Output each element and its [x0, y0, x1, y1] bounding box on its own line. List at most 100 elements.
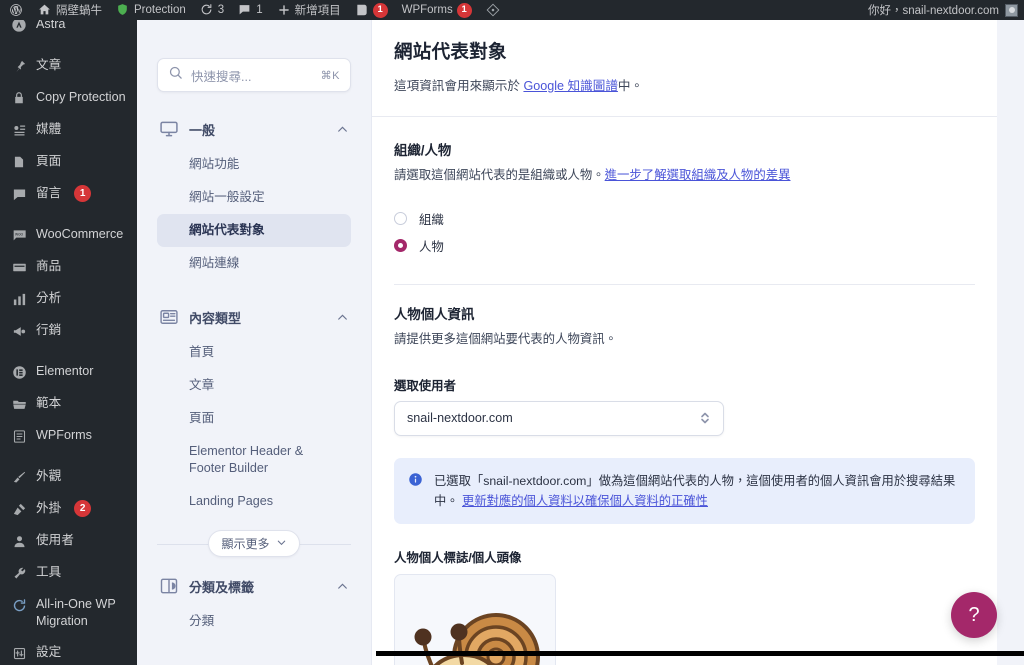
sidebar-item-appearance-label: 外觀 [36, 469, 62, 483]
sidebar-item-astra-label: Astra [36, 20, 66, 31]
nav-item-site-features[interactable]: 網站功能 [157, 148, 351, 181]
sidebar-item-comments[interactable]: 留言 1 [0, 178, 137, 210]
astra-icon [10, 20, 28, 34]
media-icon [10, 121, 28, 139]
chevron-up-icon[interactable] [336, 311, 349, 324]
sidebar-item-settings-label: 設定 [36, 645, 62, 659]
sidebar-item-products[interactable]: 商品 [0, 251, 137, 283]
nav-item-posts[interactable]: 文章 [157, 369, 351, 402]
comment-icon [10, 185, 28, 203]
settings-icon [10, 644, 28, 662]
search-input[interactable]: 快速搜尋... ⌘K [157, 58, 351, 92]
radio-person-control[interactable] [394, 239, 407, 253]
sidebar-item-templates[interactable]: 範本 [0, 388, 137, 420]
select-user-input[interactable]: snail-nextdoor.com [394, 400, 724, 436]
home-icon [38, 3, 52, 17]
sidebar-item-pages[interactable]: 頁面 [0, 146, 137, 178]
product-icon [10, 258, 28, 276]
adminbar-new-content[interactable]: 新增項目 [270, 0, 348, 20]
help-button[interactable]: ? [951, 592, 997, 638]
sidebar-item-elementor-label: Elementor [36, 364, 94, 378]
chevron-up-icon[interactable] [336, 123, 349, 136]
adminbar-yoast[interactable]: 1 [348, 0, 395, 20]
adminbar-wp-logo[interactable] [0, 0, 31, 20]
nav-item-site-basics[interactable]: 網站一般設定 [157, 181, 351, 214]
adminbar-site-name-label: 隔壁蝸牛 [56, 5, 102, 17]
sidebar-item-wpforms-label: WPForms [36, 428, 92, 442]
brush-icon [10, 468, 28, 486]
sidebar-item-all-in-one-wp-migration[interactable]: All-in-One WP Migration [0, 589, 137, 637]
wp-admin-sidebar: Astra 文章 Copy Protection 媒體 頁面 留言 1 woo … [0, 20, 137, 665]
adminbar-comments[interactable]: 1 [231, 0, 269, 20]
sidebar-item-copy-protection[interactable]: Copy Protection [0, 82, 137, 114]
update-profile-link[interactable]: 更新對應的個人資料以確保個人資料的正確性 [462, 494, 708, 508]
nav-group-content-types-title: 內容類型 [189, 310, 242, 326]
page-icon [10, 153, 28, 171]
radio-option-organization[interactable]: 組織 [394, 208, 975, 235]
sidebar-item-posts-label: 文章 [36, 58, 62, 72]
sidebar-item-appearance[interactable]: 外觀 [0, 461, 137, 493]
nav-group-content-types-header[interactable]: 內容類型 [157, 302, 351, 332]
sidebar-item-plugins-label: 外掛 [36, 501, 62, 515]
sidebar-item-tools[interactable]: 工具 [0, 557, 137, 589]
adminbar-protection[interactable]: Protection [109, 0, 193, 20]
sidebar-separator [0, 41, 137, 50]
show-more-wrapper: 顯示更多 [157, 530, 351, 557]
select-user-label: 選取使用者 [394, 378, 456, 393]
sidebar-item-plugins[interactable]: 外掛 2 [0, 493, 137, 525]
adminbar-wpforms[interactable]: WPForms 1 [395, 0, 479, 20]
nav-item-pages[interactable]: 頁面 [157, 402, 351, 435]
nav-item-site-representation[interactable]: 網站代表對象 [157, 214, 351, 247]
adminbar-account[interactable]: 你好，snail-nextdoor.com [868, 2, 1024, 18]
sidebar-item-comments-label: 留言 [36, 186, 62, 200]
comment-icon [238, 3, 252, 17]
adminbar-updates[interactable]: 3 [193, 0, 231, 20]
adminbar-site-name[interactable]: 隔壁蝸牛 [31, 0, 109, 20]
knowledge-graph-link[interactable]: Google 知識圖譜 [523, 79, 617, 93]
sidebar-item-analytics[interactable]: 分析 [0, 283, 137, 315]
migration-icon [10, 596, 28, 614]
sidebar-item-users[interactable]: 使用者 [0, 525, 137, 557]
nav-group-taxonomies-header[interactable]: 分類及標籤 [157, 571, 351, 601]
sidebar-separator [0, 452, 137, 461]
sidebar-item-astra[interactable]: Astra [0, 20, 137, 41]
section-org-person: 組織/人物 請選取這個網站代表的是組織或人物。進一步了解選取組織及人物的差異 組… [372, 117, 997, 262]
nav-item-homepage[interactable]: 首頁 [157, 336, 351, 369]
section-org-person-title: 組織/人物 [394, 143, 452, 159]
nav-item-site-connections[interactable]: 網站連線 [157, 247, 351, 280]
wp-admin-bar: 隔壁蝸牛 Protection 3 1 新增項目 1 WPForms 1 你好，… [0, 0, 1024, 20]
show-more-button[interactable]: 顯示更多 [208, 530, 300, 557]
sidebar-item-media[interactable]: 媒體 [0, 114, 137, 146]
sidebar-item-settings[interactable]: 設定 [0, 637, 137, 665]
bottom-overlay-strip [376, 651, 1024, 656]
radio-organization-label: 組織 [419, 212, 444, 227]
nav-group-general-items: 網站功能 網站一般設定 網站代表對象 網站連線 [157, 148, 351, 280]
person-avatar-label: 人物個人標誌/個人頭像 [394, 551, 522, 566]
sidebar-item-woocommerce[interactable]: woo WooCommerce [0, 219, 137, 251]
adminbar-greeting: 你好，snail-nextdoor.com [867, 5, 999, 17]
chevron-down-icon [276, 537, 287, 551]
nav-group-general-title: 一般 [189, 122, 216, 138]
page-title: 網站代表對象 [394, 41, 507, 62]
nav-item-elementor-header-footer-builder[interactable]: Elementor Header & Footer Builder [157, 435, 351, 485]
learn-more-link[interactable]: 進一步了解選取組織及人物的差異 [605, 168, 791, 182]
radio-person-label: 人物 [419, 239, 444, 254]
sidebar-item-marketing[interactable]: 行銷 [0, 315, 137, 347]
radio-organization-control[interactable] [394, 212, 407, 226]
sidebar-item-elementor[interactable]: Elementor [0, 356, 137, 388]
lock-icon [10, 89, 28, 107]
search-icon [168, 65, 183, 85]
adminbar-elementor[interactable] [479, 0, 507, 20]
chevron-up-icon[interactable] [336, 580, 349, 593]
nav-item-categories[interactable]: 分類 [157, 605, 351, 638]
sidebar-item-all-in-one-wp-migration-label: All-in-One WP Migration [36, 597, 116, 628]
nav-group-general-header[interactable]: 一般 [157, 114, 351, 144]
radio-option-person[interactable]: 人物 [394, 235, 975, 262]
nav-group-content-types: 內容類型 首頁 文章 頁面 Elementor Header & Footer … [157, 302, 351, 557]
section-person-info-title: 人物個人資訊 [394, 306, 475, 322]
sidebar-item-wpforms[interactable]: WPForms [0, 420, 137, 452]
sidebar-item-posts[interactable]: 文章 [0, 50, 137, 82]
nav-item-landing-pages[interactable]: Landing Pages [157, 485, 351, 518]
taxonomy-icon [159, 576, 179, 596]
content-icon [159, 307, 179, 327]
